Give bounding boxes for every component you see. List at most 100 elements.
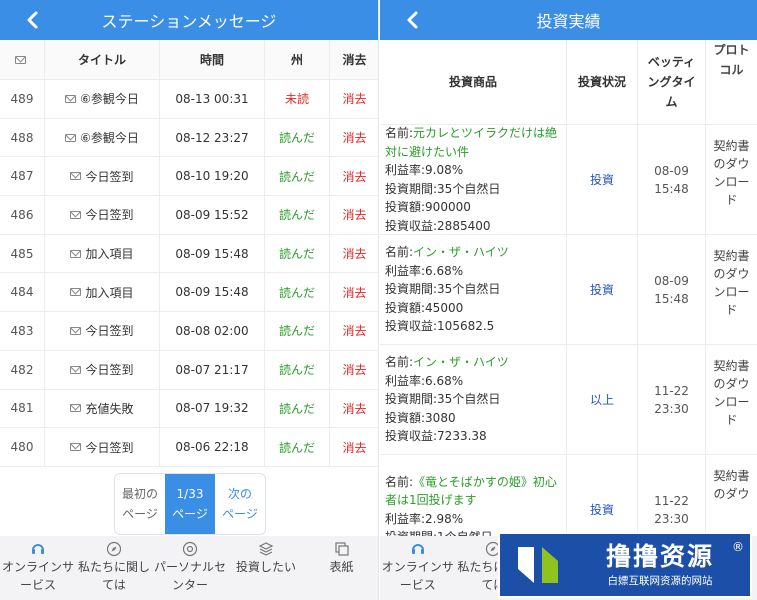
product-name[interactable]: イン・ザ・ハイツ <box>413 355 509 369</box>
nav-item[interactable]: オンラインサ ービス <box>0 536 76 600</box>
product-cell: 名前:イン・ザ・ハイツ 利益率:6.68% 投資期間:35个自然日 投資額:3080 投… <box>380 345 567 454</box>
row-title[interactable]: 今日签到 <box>45 312 160 350</box>
table-row[interactable]: 484 加入項目 08-09 15:48 読んだ 消去 <box>0 273 378 313</box>
back-button[interactable] <box>22 9 42 31</box>
bet-time: 08-09 15:48 <box>654 163 689 196</box>
row-title[interactable]: 今日签到 <box>45 157 160 196</box>
table-row[interactable]: 488 ⑥参観今日 08-12 23:27 読んだ 消去 <box>0 118 378 158</box>
next-page-label: 次の ページ <box>222 487 258 521</box>
row-time: 08-07 21:17 <box>160 350 265 389</box>
row-status: 読んだ <box>265 428 330 466</box>
circle-user-icon <box>182 540 198 558</box>
nav-item[interactable]: 表紙 <box>304 536 378 600</box>
delete-button[interactable]: 消去 <box>330 235 378 273</box>
contract-download-link[interactable]: 契約書 のダウ ンロー ド <box>706 235 757 344</box>
message-table: タイトル 時間 州 消去 489 ⑥参観今日 08-13 00:31 未読 消去 488 ⑥… <box>0 40 378 467</box>
investment-panel: 投資実績 投資商品 投資状況 ベッティ ングタイ ム プロト コル 名前:元カレ… <box>380 0 757 600</box>
row-title-text: 今日签到 <box>85 208 134 223</box>
table-row[interactable]: 481 充値失敗 08-07 19:32 読んだ 消去 <box>0 389 378 429</box>
product-name[interactable]: イン・ザ・ハイツ <box>413 245 509 259</box>
delete-button[interactable]: 消去 <box>330 312 378 350</box>
contract-download-link[interactable]: 契約書 のダウ ンロー ド <box>706 345 757 454</box>
product-cell: 名前:元カレとツイラクだけは絶対に避けたい件 利益率:9.08% 投資期間:35个自… <box>380 125 567 234</box>
compass-icon <box>106 540 122 558</box>
contract-download-link[interactable]: 契約書 のダウ ンロー ド <box>706 125 757 234</box>
table-row[interactable]: 486 今日签到 08-09 15:52 読んだ 消去 <box>0 196 378 235</box>
row-title[interactable]: ⑥参観今日 <box>45 80 160 118</box>
product-rate: 利益率:6.68% <box>385 373 464 388</box>
table-row[interactable]: 489 ⑥参観今日 08-13 00:31 未読 消去 <box>0 80 378 119</box>
layers-icon <box>258 540 274 558</box>
copy-icon <box>334 540 350 558</box>
delete-button[interactable]: 消去 <box>330 428 378 466</box>
table-header: 投資商品 投資状況 ベッティ ングタイ ム プロト コル <box>380 40 757 125</box>
product-info: 名前:イン・ザ・ハイツ 利益率:6.68% 投資期間:35个自然日 投資額:3080 投… <box>385 353 509 446</box>
bet-time-cell: 11-22 23:30 <box>638 345 706 454</box>
delete-button[interactable]: 消去 <box>330 351 378 389</box>
next-page-button[interactable]: 次の ページ <box>215 474 265 534</box>
product-rate: 利益率:6.68% <box>385 263 464 278</box>
delete-button[interactable]: 消去 <box>330 80 378 118</box>
row-title-text: ⑥参観今日 <box>80 131 139 146</box>
delete-button[interactable]: 消去 <box>330 273 378 311</box>
investment-rows: 名前:元カレとツイラクだけは絶対に避けたい件 利益率:9.08% 投資期間:35个自… <box>380 125 757 565</box>
row-time: 08-10 19:20 <box>160 157 265 196</box>
table-row[interactable]: 487 今日签到 08-10 19:20 読んだ 消去 <box>0 157 378 197</box>
row-id: 484 <box>0 273 45 312</box>
chevron-left-icon <box>27 11 38 29</box>
investment-status[interactable]: 投資 <box>567 125 638 234</box>
delete-button[interactable]: 消去 <box>330 390 378 428</box>
header-delete: 消去 <box>342 53 367 67</box>
product-name-line: 名前:イン・ザ・ハイツ <box>385 353 509 372</box>
table-row[interactable]: 482 今日签到 08-07 21:17 読んだ 消去 <box>0 350 378 390</box>
row-time: 08-07 19:32 <box>160 389 265 428</box>
page-title: 投資実績 <box>536 12 601 31</box>
row-time: 08-08 02:00 <box>160 312 265 350</box>
bet-time: 11-22 23:30 <box>654 493 689 526</box>
row-title-text: 加入項目 <box>85 285 134 300</box>
row-title[interactable]: 加入項目 <box>45 273 160 312</box>
table-row[interactable]: 485 加入項目 08-09 15:48 読んだ 消去 <box>0 234 378 274</box>
nav-label: 私たちに関し ては <box>77 560 150 592</box>
header-protocol: プロト コル <box>713 43 750 77</box>
row-time: 08-09 15:48 <box>160 234 265 273</box>
envelope-icon <box>70 172 82 181</box>
table-row[interactable]: 480 今日签到 08-06 22:18 読んだ 消去 <box>0 428 378 467</box>
registered-mark: ® <box>732 540 744 554</box>
header-status: 投資状況 <box>567 40 638 124</box>
nav-label: 表紙 <box>329 560 354 574</box>
first-page-label: 最初の ページ <box>121 487 158 521</box>
investment-status[interactable]: 以上 <box>567 345 638 454</box>
row-id: 485 <box>0 234 45 273</box>
delete-button[interactable]: 消去 <box>330 157 378 195</box>
nav-item[interactable]: パーソナルセ ンター <box>152 536 228 600</box>
row-status: 読んだ <box>265 118 330 157</box>
row-title[interactable]: 加入項目 <box>45 234 160 273</box>
row-title[interactable]: ⑥参観今日 <box>45 118 160 157</box>
table-row[interactable]: 483 今日签到 08-08 02:00 読んだ 消去 <box>0 312 378 351</box>
nav-label: 投資したい <box>235 560 296 574</box>
investment-status[interactable]: 投資 <box>567 235 638 344</box>
delete-button[interactable]: 消去 <box>330 196 378 234</box>
row-title[interactable]: 今日签到 <box>45 428 160 466</box>
delete-button[interactable]: 消去 <box>330 119 378 157</box>
product-amount: 投資額:900000 <box>385 200 471 214</box>
row-status: 読んだ <box>265 389 330 428</box>
row-title[interactable]: 今日签到 <box>45 196 160 234</box>
first-page-button[interactable]: 最初の ページ <box>115 474 165 534</box>
product-name-line: 名前:元カレとツイラクだけは絶対に避けたい件 <box>385 124 566 161</box>
nav-item[interactable]: 私たちに関し ては <box>76 536 152 600</box>
header-bet-time: ベッティ ングタイ ム <box>638 40 706 124</box>
row-title[interactable]: 充値失敗 <box>45 389 160 428</box>
bottom-nav: オンラインサ ービス私たちに関し てはパーソナルセ ンター投資したい 表紙 <box>0 536 378 600</box>
logo-icon <box>506 537 570 593</box>
back-button[interactable] <box>402 9 422 31</box>
current-page-label: 1/33 ページ <box>172 487 208 521</box>
nav-item[interactable]: 投資したい <box>228 536 304 600</box>
nav-item[interactable]: オンラインサ ービス <box>380 536 456 600</box>
row-title[interactable]: 今日签到 <box>45 350 160 389</box>
product-name-prefix: 名前: <box>385 245 414 260</box>
product-name-line: 名前:イン・ザ・ハイツ <box>385 243 509 262</box>
row-time: 08-09 15:52 <box>160 196 265 234</box>
header-title: タイトル <box>45 40 160 79</box>
